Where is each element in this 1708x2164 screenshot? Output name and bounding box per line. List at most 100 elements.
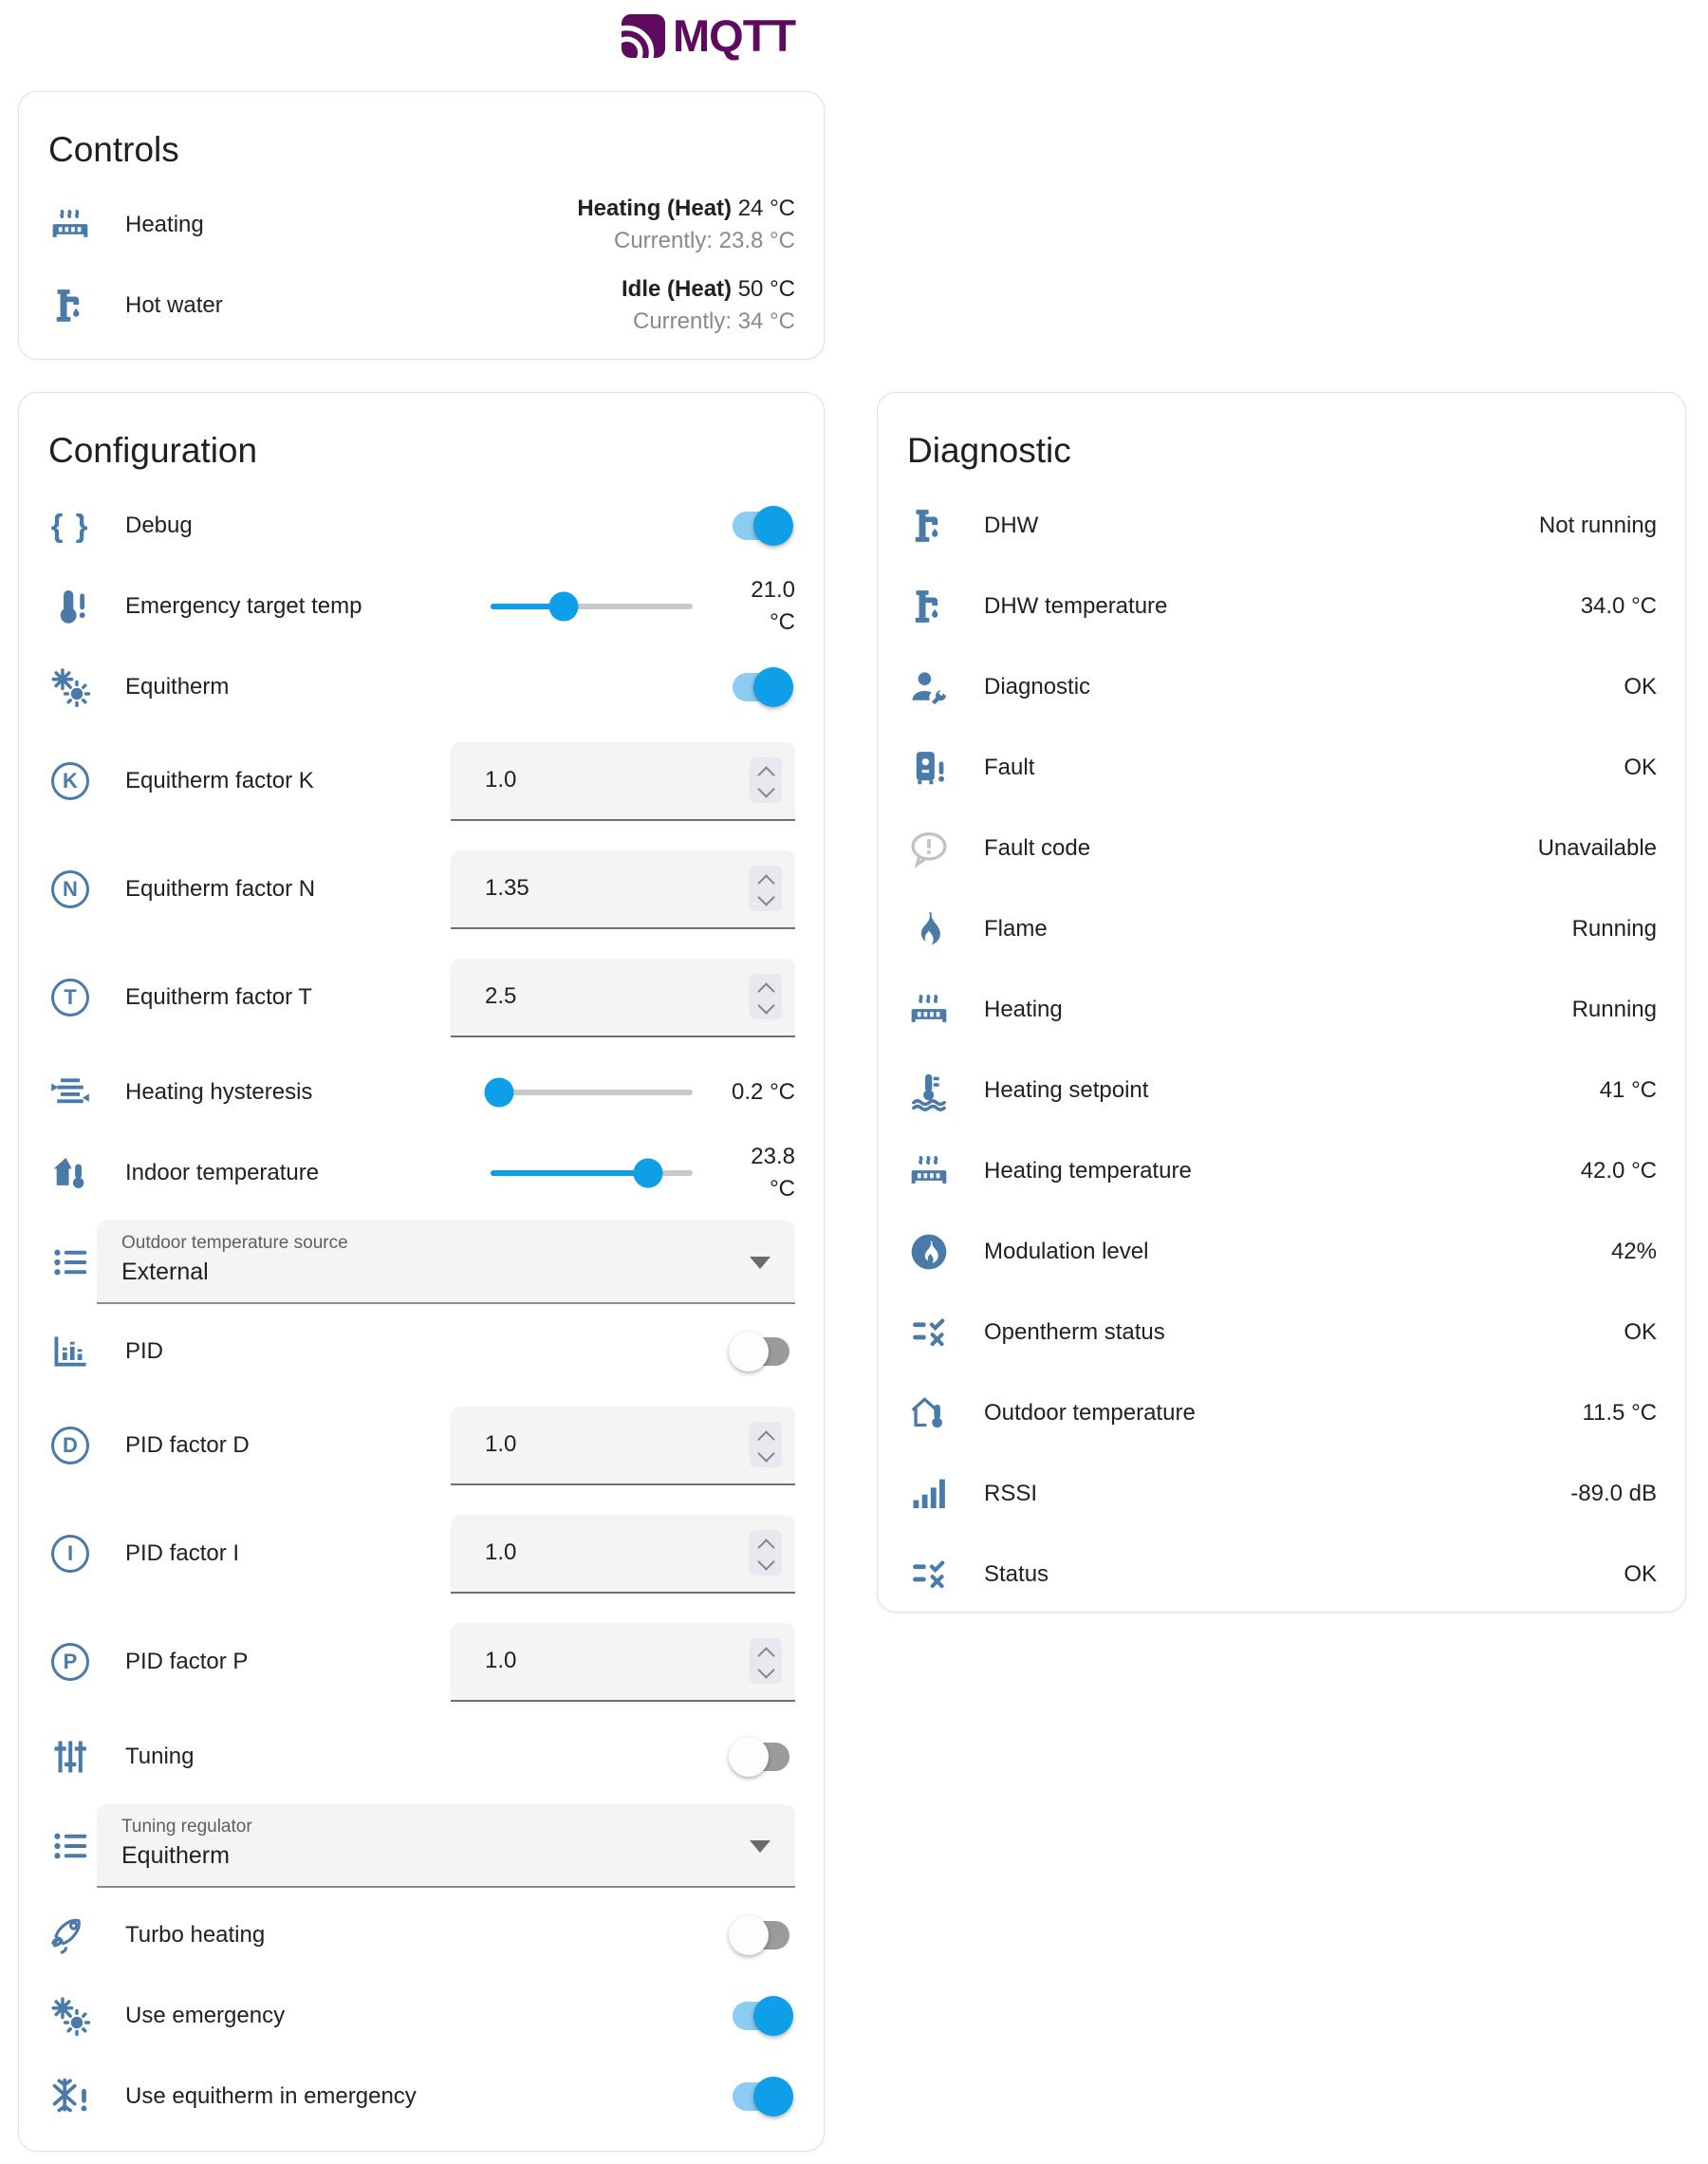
alpha-p-circle-icon: P <box>47 1639 93 1685</box>
slider-value: 0.2 °C <box>698 1076 795 1109</box>
row-label: Heating <box>125 212 577 238</box>
alpha-k-circle-icon: K <box>47 758 93 804</box>
select-input[interactable]: Outdoor temperature sourceExternal <box>97 1221 795 1304</box>
row-label: Diagnostic <box>984 674 1624 700</box>
number-stepper[interactable] <box>750 866 782 911</box>
control-entity-row[interactable]: HeatingHeating (Heat) 24 °CCurrently: 23… <box>47 184 795 265</box>
toggle-switch[interactable] <box>733 1337 789 1366</box>
toggle-switch[interactable] <box>733 2082 789 2111</box>
decrement-button[interactable] <box>757 1553 774 1570</box>
row-label: Use equitherm in emergency <box>125 2083 733 2110</box>
toggle-knob[interactable] <box>753 1996 793 2036</box>
slider-thumb[interactable] <box>484 1077 513 1107</box>
number-value[interactable]: 1.0 <box>485 767 750 793</box>
row-label: PID factor D <box>125 1432 451 1459</box>
slider[interactable] <box>491 1170 693 1176</box>
row-label: Tuning <box>125 1744 733 1770</box>
diagnostic-value: -89.0 dB <box>1570 1481 1657 1507</box>
home-thermometer-outline-icon <box>906 1390 952 1436</box>
toggle-switch[interactable] <box>733 2002 789 2030</box>
diagnostic-entity-row[interactable]: Outdoor temperature11.5 °C <box>906 1372 1657 1453</box>
slider-fill <box>491 1170 648 1176</box>
diagnostic-entity-row[interactable]: HeatingRunning <box>906 969 1657 1050</box>
slider-value-number: 21.0 <box>698 574 795 606</box>
diagnostic-entity-row[interactable]: RSSI-89.0 dB <box>906 1453 1657 1534</box>
diagnostic-value: Not running <box>1539 513 1657 539</box>
decrement-button[interactable] <box>757 888 774 905</box>
diagnostic-entity-row[interactable]: DHW temperature34.0 °C <box>906 566 1657 646</box>
number-stepper[interactable] <box>750 1638 782 1684</box>
diagnostic-entity-row[interactable]: FlameRunning <box>906 888 1657 969</box>
slider[interactable] <box>491 604 693 609</box>
toggle-switch[interactable] <box>733 1743 789 1771</box>
toggle-knob[interactable] <box>753 667 793 707</box>
toggle-knob[interactable] <box>753 506 793 546</box>
list-status-icon <box>906 1552 952 1597</box>
toggle-switch[interactable] <box>733 1921 789 1949</box>
decrement-button[interactable] <box>757 997 774 1014</box>
toggle-knob[interactable] <box>753 2077 793 2117</box>
slider[interactable] <box>491 1090 693 1095</box>
decrement-button[interactable] <box>757 780 774 797</box>
toggle-switch[interactable] <box>733 512 789 540</box>
row-label: Outdoor temperature <box>984 1400 1582 1427</box>
number-input[interactable]: 1.0 <box>451 1515 795 1594</box>
diagnostic-entity-row[interactable]: Modulation level42% <box>906 1211 1657 1292</box>
select-input[interactable]: Tuning regulatorEquitherm <box>97 1804 795 1888</box>
diagnostic-value: OK <box>1624 1319 1657 1346</box>
number-value[interactable]: 1.0 <box>485 1431 750 1458</box>
decrement-button[interactable] <box>757 1661 774 1678</box>
chevron-down-icon <box>750 1840 770 1853</box>
number-value[interactable]: 1.35 <box>485 875 750 902</box>
diagnostic-entity-row[interactable]: Heating setpoint41 °C <box>906 1050 1657 1130</box>
number-value[interactable]: 1.0 <box>485 1648 750 1674</box>
number-value[interactable]: 2.5 <box>485 983 750 1010</box>
sun-snowflake-icon <box>47 664 93 710</box>
number-input[interactable]: 1.35 <box>451 850 795 929</box>
slider-thumb[interactable] <box>548 591 578 621</box>
diagnostic-value: Unavailable <box>1538 835 1657 862</box>
diagnostic-title: Diagnostic <box>906 393 1657 485</box>
diagnostic-entity-row[interactable]: Fault codeUnavailable <box>906 808 1657 888</box>
state-mode: Idle (Heat) <box>622 276 732 302</box>
control-state: Heating (Heat) 24 °CCurrently: 23.8 °C <box>577 193 795 257</box>
state-target-temp: 24 °C <box>738 196 795 221</box>
number-input[interactable]: 1.0 <box>451 1407 795 1485</box>
row-label: Hot water <box>125 292 622 319</box>
diagnostic-entity-row[interactable]: Opentherm statusOK <box>906 1292 1657 1372</box>
diagnostic-entity-row[interactable]: DHWNot running <box>906 485 1657 566</box>
number-input[interactable]: 1.0 <box>451 1623 795 1702</box>
decrement-button[interactable] <box>757 1445 774 1462</box>
thermometer-alert-icon <box>47 584 93 629</box>
row-label: Equitherm factor T <box>125 984 451 1011</box>
config-row: KEquitherm factor K1.0 <box>47 727 795 835</box>
number-input[interactable]: 1.0 <box>451 742 795 821</box>
control-entity-row[interactable]: Hot waterIdle (Heat) 50 °CCurrently: 34 … <box>47 265 795 345</box>
snowflake-alert-icon <box>47 2074 93 2119</box>
state-current-temp: Currently: 34 °C <box>622 306 795 338</box>
select-value: Equitherm <box>121 1842 738 1870</box>
mqtt-logo-text: MQTT <box>673 9 795 62</box>
toggle-switch[interactable] <box>733 673 789 701</box>
toggle-knob[interactable] <box>729 1332 769 1371</box>
diagnostic-entity-row[interactable]: Heating temperature42.0 °C <box>906 1130 1657 1211</box>
alpha-n-circle-icon: N <box>51 870 89 908</box>
slider-thumb[interactable] <box>634 1158 663 1187</box>
number-input[interactable]: 2.5 <box>451 959 795 1037</box>
diagnostic-entity-row[interactable]: StatusOK <box>906 1534 1657 1614</box>
diagnostic-entity-row[interactable]: FaultOK <box>906 727 1657 808</box>
number-value[interactable]: 1.0 <box>485 1539 750 1566</box>
diagnostic-entity-row[interactable]: DiagnosticOK <box>906 646 1657 727</box>
row-label: Debug <box>125 513 733 539</box>
controls-title: Controls <box>47 92 795 184</box>
number-stepper[interactable] <box>750 1422 782 1467</box>
row-label: Emergency target temp <box>125 593 491 620</box>
fire-icon <box>906 906 952 952</box>
toggle-knob[interactable] <box>729 1915 769 1955</box>
account-wrench-icon <box>906 664 952 710</box>
config-row: IPID factor I1.0 <box>47 1500 795 1608</box>
toggle-knob[interactable] <box>729 1737 769 1777</box>
number-stepper[interactable] <box>750 1530 782 1576</box>
number-stepper[interactable] <box>750 974 782 1019</box>
number-stepper[interactable] <box>750 757 782 803</box>
